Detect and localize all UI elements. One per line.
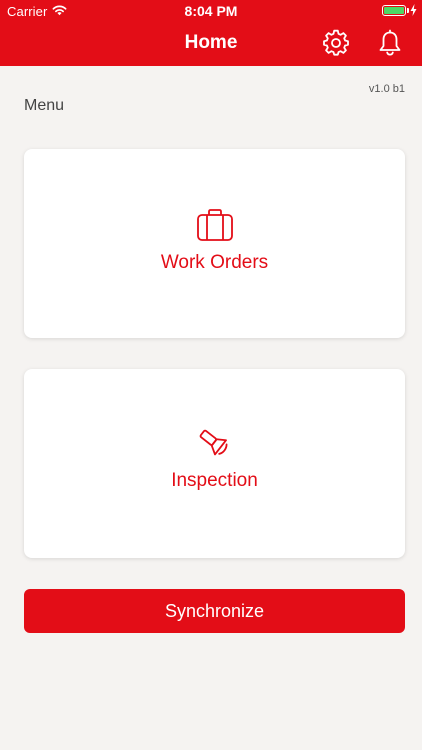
work-orders-card[interactable]: Work Orders xyxy=(24,149,405,338)
flashlight-icon xyxy=(199,429,227,456)
menu-heading: Menu xyxy=(24,97,65,114)
status-bar: Carrier 8:04 PM xyxy=(0,0,422,22)
inspection-label: Inspection xyxy=(171,470,258,491)
app-header: Carrier 8:04 PM Home xyxy=(0,0,422,66)
battery-icon xyxy=(382,5,406,16)
work-orders-label: Work Orders xyxy=(160,252,269,273)
notifications-button[interactable] xyxy=(377,29,403,57)
home-screen: Carrier 8:04 PM Home v1.0 b1 Menu Work O… xyxy=(0,0,422,750)
briefcase-icon xyxy=(196,209,233,241)
inspection-icon-wrap xyxy=(24,425,405,461)
battery-cap xyxy=(407,8,409,13)
battery-level-fill xyxy=(384,7,404,14)
settings-button[interactable] xyxy=(322,29,350,57)
charging-bolt-icon xyxy=(410,4,417,16)
work-orders-icon-wrap xyxy=(24,208,405,242)
synchronize-button[interactable]: Synchronize xyxy=(24,589,405,633)
status-time: 8:04 PM xyxy=(184,3,238,19)
bell-icon xyxy=(379,29,401,56)
page-title: Home xyxy=(184,32,238,53)
inspection-card[interactable]: Inspection xyxy=(24,369,405,558)
gear-icon xyxy=(323,29,349,56)
version-label: v1.0 b1 xyxy=(368,83,405,95)
